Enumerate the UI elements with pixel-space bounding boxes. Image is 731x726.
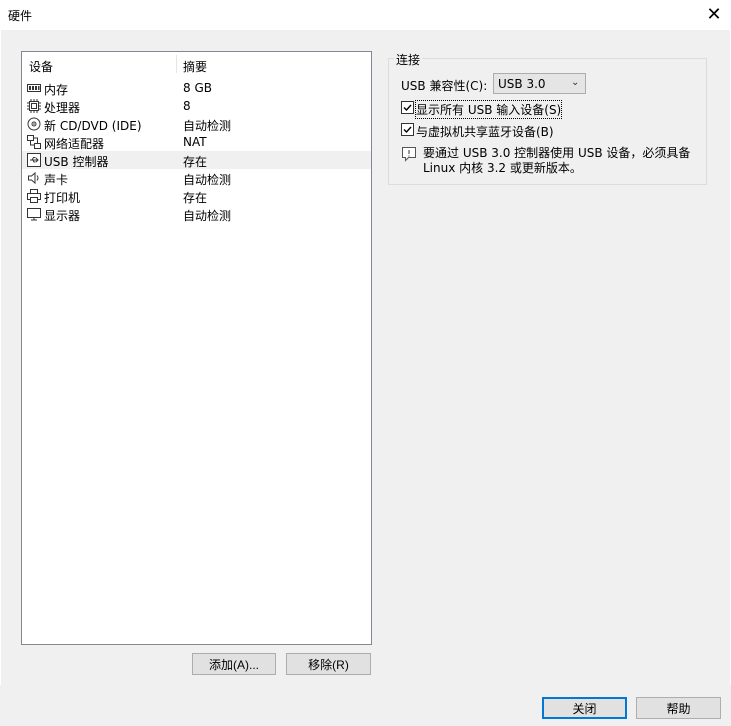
- device-summary: 存在: [183, 191, 208, 205]
- device-row-sound-card[interactable]: 声卡 自动检测: [22, 169, 371, 187]
- show-all-usb-checkbox[interactable]: [401, 101, 414, 114]
- device-summary: 8: [183, 99, 191, 113]
- device-summary: 自动检测: [183, 209, 232, 223]
- info-icon: [401, 146, 417, 162]
- help-button[interactable]: 帮助: [636, 697, 721, 719]
- device-name: 显示器: [44, 209, 81, 223]
- device-row-processor[interactable]: 处理器 8: [22, 97, 371, 115]
- device-name: 处理器: [44, 101, 81, 115]
- device-summary: 自动检测: [183, 173, 232, 187]
- usb-info-text: 要通过 USB 3.0 控制器使用 USB 设备，必须具备 Linux 内核 3…: [423, 146, 691, 175]
- processor-icon: [27, 99, 41, 113]
- device-row-memory[interactable]: 内存 8 GB: [22, 79, 371, 97]
- device-row-printer[interactable]: 打印机 存在: [22, 187, 371, 205]
- chevron-down-icon: ⌄: [571, 77, 580, 88]
- device-name: USB 控制器: [44, 155, 109, 169]
- network-adapter-icon: [27, 135, 41, 149]
- usb-controller-icon: [27, 153, 41, 167]
- device-row-display[interactable]: 显示器 自动检测: [22, 205, 371, 223]
- cd-dvd-icon: [27, 117, 41, 131]
- display-icon: [27, 207, 41, 221]
- title-bar: 硬件 ✕: [0, 0, 731, 30]
- device-name: 新 CD/DVD (IDE): [44, 119, 142, 133]
- column-header-summary[interactable]: 摘要: [183, 58, 207, 75]
- device-name: 打印机: [44, 191, 81, 205]
- device-name: 声卡: [44, 173, 69, 187]
- show-all-usb-label[interactable]: 显示所有 USB 输入设备(S): [414, 100, 563, 119]
- device-row-network-adapter[interactable]: 网络适配器 NAT: [22, 133, 371, 151]
- memory-icon: [27, 81, 41, 95]
- device-name: 内存: [44, 83, 69, 97]
- add-button[interactable]: 添加(A)...: [192, 653, 276, 675]
- device-row-cd-dvd[interactable]: 新 CD/DVD (IDE) 自动检测: [22, 115, 371, 133]
- remove-button[interactable]: 移除(R): [286, 653, 371, 675]
- column-header-device[interactable]: 设备: [29, 58, 53, 75]
- usb-compat-select[interactable]: USB 3.0 ⌄: [493, 73, 586, 94]
- usb-compat-label: USB 兼容性(C):: [401, 79, 488, 93]
- device-list[interactable]: 设备 摘要 内存 8 GB 处理器 8 新 CD/DVD (IDE) 自动检测 …: [21, 51, 372, 645]
- close-icon[interactable]: ✕: [700, 2, 728, 28]
- device-summary: 自动检测: [183, 119, 232, 133]
- device-row-usb-controller[interactable]: USB 控制器 存在: [22, 151, 371, 169]
- printer-icon: [27, 189, 41, 203]
- connection-group-title: 连接: [394, 51, 423, 68]
- usb-compat-value: USB 3.0: [498, 77, 546, 91]
- device-name: 网络适配器: [44, 137, 105, 151]
- share-bluetooth-checkbox[interactable]: [401, 123, 414, 136]
- share-bluetooth-label[interactable]: 与虚拟机共享蓝牙设备(B): [416, 123, 554, 140]
- sound-card-icon: [27, 171, 41, 185]
- column-divider[interactable]: [176, 55, 177, 73]
- device-summary: 8 GB: [183, 81, 212, 95]
- list-header: 设备 摘要: [22, 52, 371, 74]
- device-summary: NAT: [183, 135, 207, 149]
- device-summary: 存在: [183, 155, 208, 169]
- window-title: 硬件: [8, 9, 33, 23]
- close-button[interactable]: 关闭: [542, 697, 627, 719]
